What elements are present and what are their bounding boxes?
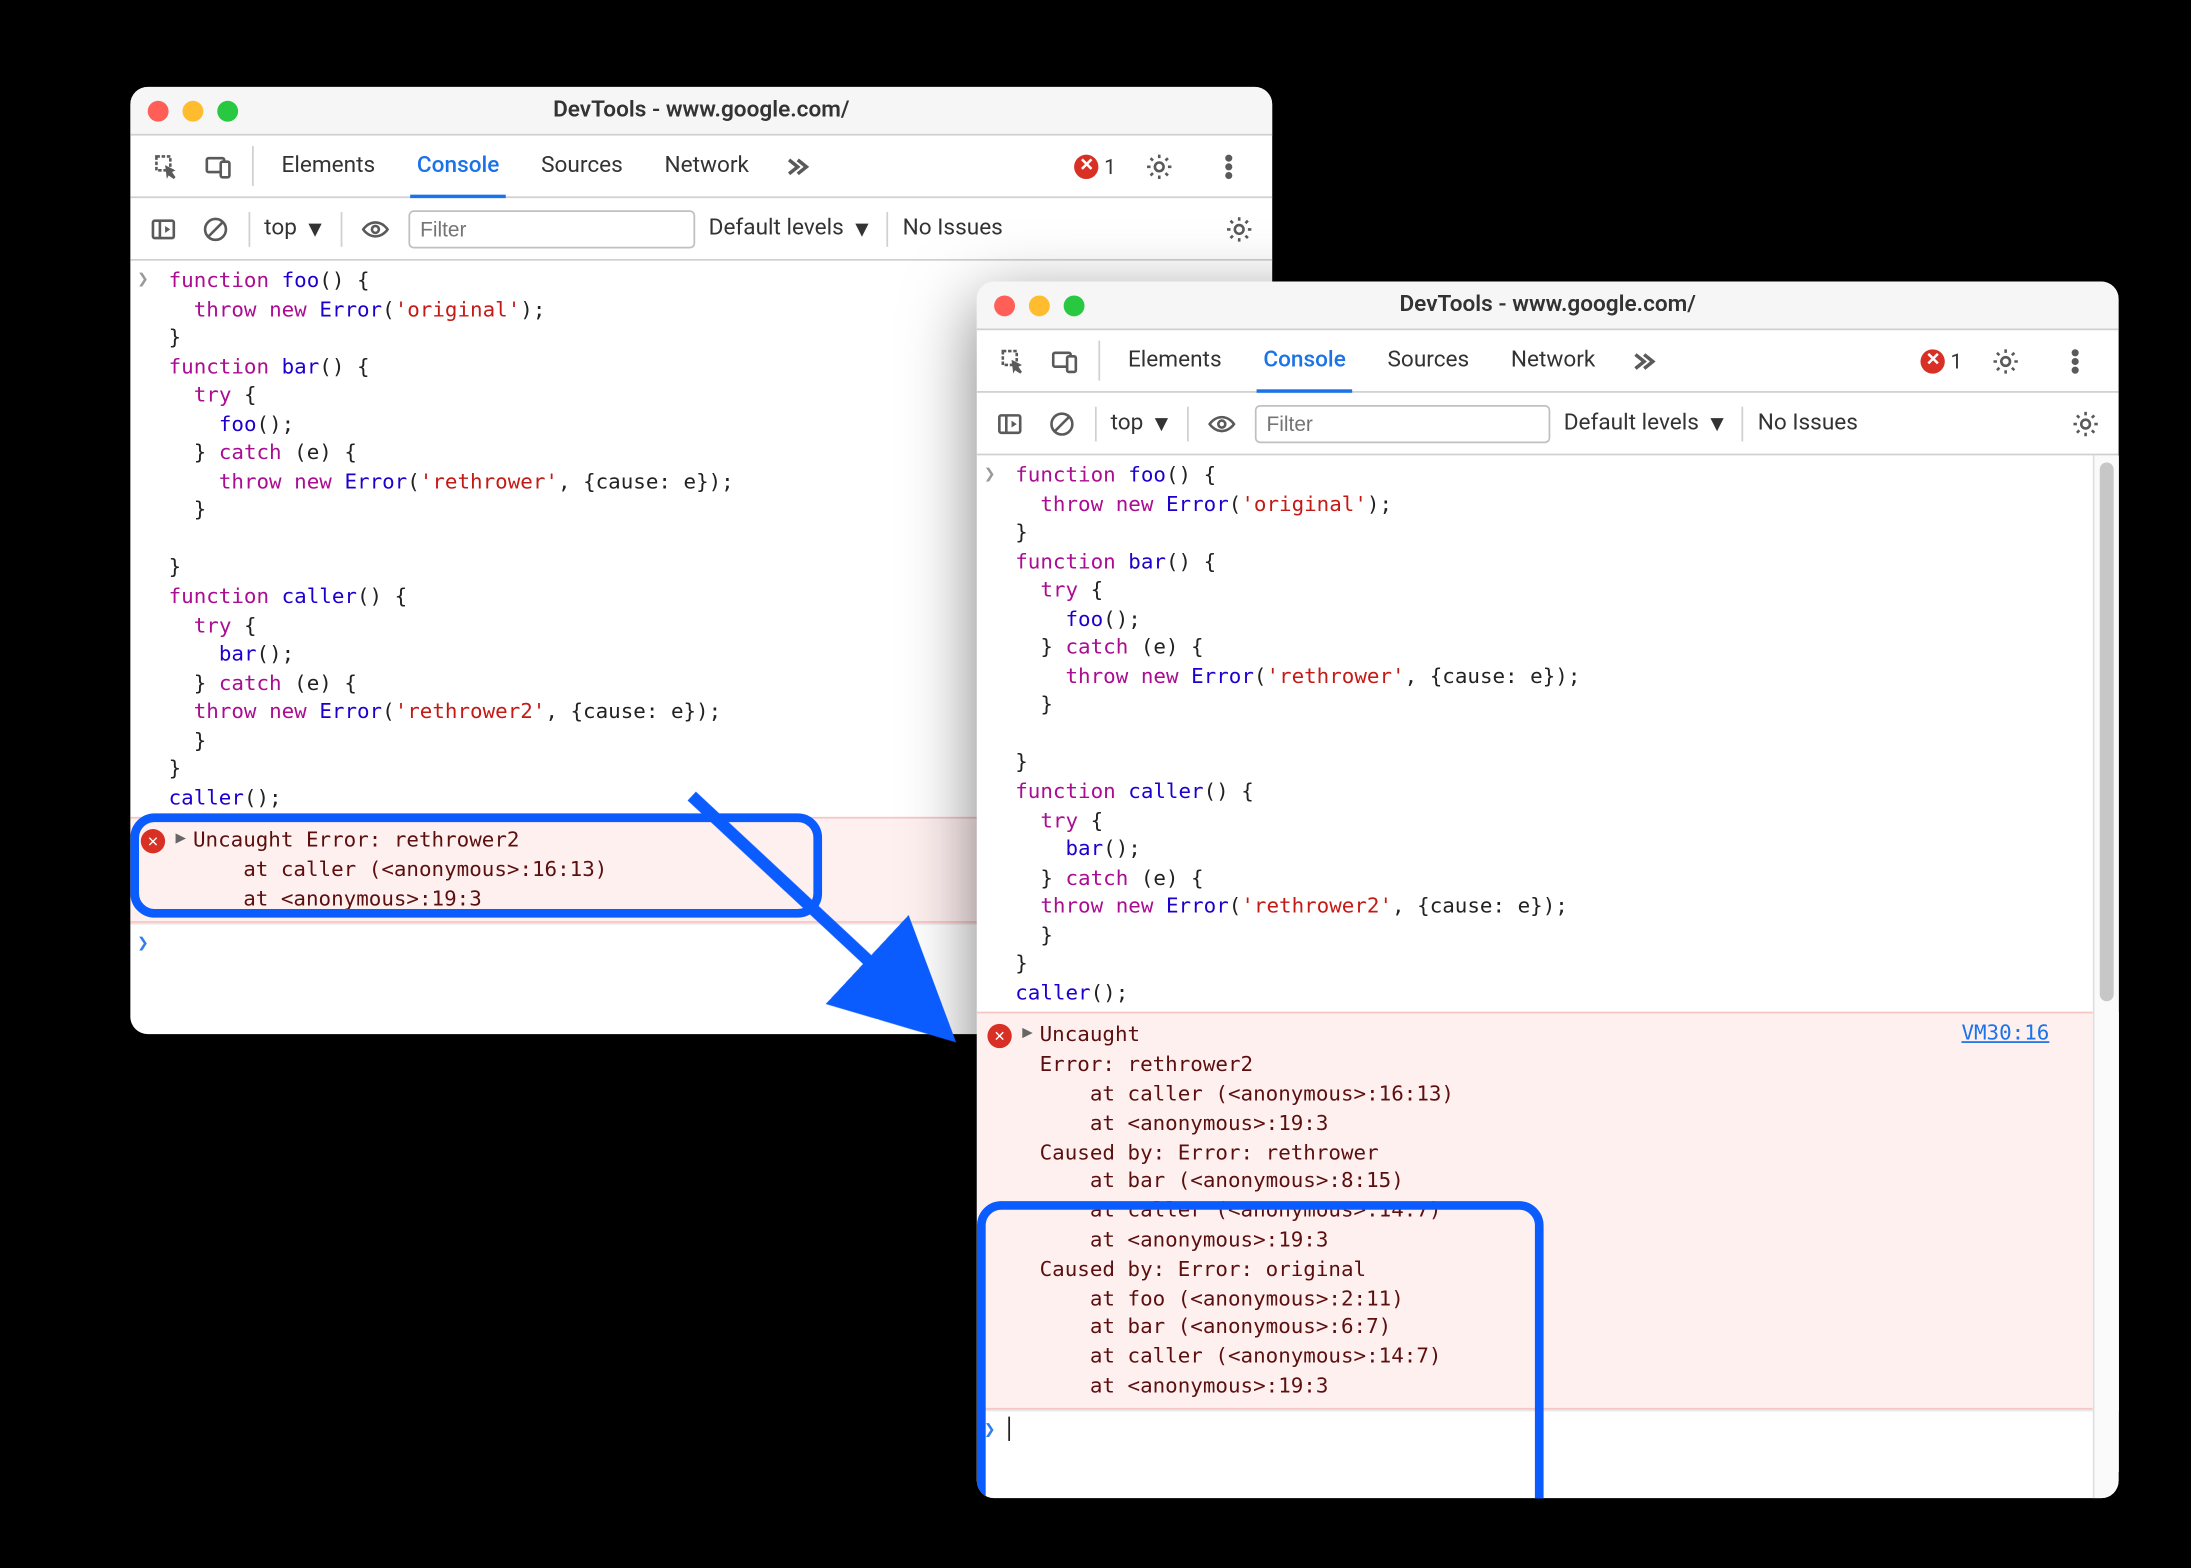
console-settings-gear-icon[interactable] [2066, 404, 2104, 442]
tab-elements[interactable]: Elements [261, 136, 396, 197]
tab-sources[interactable]: Sources [1367, 330, 1490, 391]
titlebar: DevTools - www.google.com/ [977, 282, 2119, 331]
console-prompt[interactable]: ❯ [977, 1409, 2119, 1445]
filter-input[interactable] [1254, 404, 1549, 442]
error-count-badge[interactable]: ✕ 1 [1075, 154, 1116, 178]
maximize-window-button[interactable] [1064, 295, 1085, 316]
tab-elements[interactable]: Elements [1107, 330, 1242, 391]
more-tabs-icon[interactable] [770, 136, 822, 197]
window-title: DevTools - www.google.com/ [130, 97, 1272, 123]
tab-network[interactable]: Network [644, 136, 770, 197]
live-expression-eye-icon[interactable] [1202, 404, 1240, 442]
dropdown-caret-icon: ▼ [1706, 409, 1728, 437]
context-selector[interactable]: top ▼ [1111, 409, 1173, 437]
log-levels-selector[interactable]: Default levels ▼ [1564, 409, 1729, 437]
inspect-element-icon[interactable] [987, 330, 1039, 391]
tab-console[interactable]: Console [396, 136, 520, 197]
devtools-tabbar: Elements Console Sources Network ✕ 1 [130, 136, 1272, 199]
close-window-button[interactable] [994, 295, 1015, 316]
error-text: Uncaught Error: rethrower2 at caller (<a… [193, 826, 607, 914]
code-input[interactable]: function foo() { throw new Error('origin… [158, 266, 734, 812]
clear-console-icon[interactable] [196, 209, 234, 247]
clear-console-icon[interactable] [1043, 404, 1081, 442]
prompt-chevron-icon: ❯ [984, 1416, 1005, 1440]
tab-sources[interactable]: Sources [520, 136, 643, 197]
tab-network[interactable]: Network [1490, 330, 1616, 391]
live-expression-eye-icon[interactable] [356, 209, 394, 247]
console-subbar: top ▼ Default levels ▼ No Issues [977, 393, 2119, 456]
more-tabs-icon[interactable] [1616, 330, 1668, 391]
dropdown-caret-icon: ▼ [851, 215, 873, 243]
inspect-element-icon[interactable] [141, 136, 193, 197]
sidebar-toggle-icon[interactable] [144, 209, 182, 247]
error-count-badge[interactable]: ✕ 1 [1921, 348, 1962, 372]
input-chevron-icon: ❯ [984, 461, 1005, 1007]
scrollbar[interactable] [2093, 455, 2119, 1498]
error-icon: ✕ [987, 1024, 1011, 1048]
settings-gear-icon[interactable] [1980, 347, 2032, 375]
code-input[interactable]: function foo() { throw new Error('origin… [1005, 461, 1581, 1007]
prompt-chevron-icon: ❯ [137, 929, 158, 953]
kebab-menu-icon[interactable] [2049, 347, 2101, 375]
issues-text[interactable]: No Issues [1758, 410, 1858, 436]
error-icon: ✕ [141, 830, 165, 854]
device-toolbar-icon[interactable] [193, 136, 245, 197]
filter-input[interactable] [408, 209, 695, 247]
devtools-window-after: DevTools - www.google.com/ Elements Cons… [977, 282, 2119, 1499]
window-title: DevTools - www.google.com/ [977, 292, 2119, 318]
disclosure-triangle-icon[interactable]: ▶ [1022, 1024, 1032, 1043]
device-toolbar-icon[interactable] [1039, 330, 1091, 391]
tab-console[interactable]: Console [1242, 330, 1366, 391]
kebab-menu-icon[interactable] [1203, 152, 1255, 180]
sidebar-toggle-icon[interactable] [991, 404, 1029, 442]
context-selector[interactable]: top ▼ [264, 215, 326, 243]
titlebar: DevTools - www.google.com/ [130, 87, 1272, 136]
minimize-window-button[interactable] [182, 100, 203, 121]
text-cursor [1008, 1416, 1010, 1440]
source-link[interactable]: VM30:16 [1961, 1021, 2049, 1045]
maximize-window-button[interactable] [217, 100, 238, 121]
dropdown-caret-icon: ▼ [304, 215, 326, 243]
settings-gear-icon[interactable] [1133, 152, 1185, 180]
console-body: ❯ function foo() { throw new Error('orig… [977, 455, 2119, 1498]
error-message-row[interactable]: ✕ ▶ Uncaught Error: rethrower2 at caller… [977, 1012, 2119, 1409]
disclosure-triangle-icon[interactable]: ▶ [176, 830, 186, 849]
dropdown-caret-icon: ▼ [1150, 409, 1172, 437]
devtools-tabbar: Elements Console Sources Network ✕ 1 [977, 330, 2119, 393]
close-window-button[interactable] [148, 100, 169, 121]
log-levels-selector[interactable]: Default levels ▼ [709, 215, 874, 243]
issues-text[interactable]: No Issues [903, 216, 1003, 242]
console-settings-gear-icon[interactable] [1220, 209, 1258, 247]
console-input-row: ❯ function foo() { throw new Error('orig… [977, 455, 2119, 1012]
error-text: Uncaught Error: rethrower2 at caller (<a… [1039, 1021, 1453, 1401]
input-chevron-icon: ❯ [137, 266, 158, 812]
console-subbar: top ▼ Default levels ▼ No Issues [130, 198, 1272, 261]
scrollbar-thumb[interactable] [2100, 462, 2114, 1001]
minimize-window-button[interactable] [1029, 295, 1050, 316]
